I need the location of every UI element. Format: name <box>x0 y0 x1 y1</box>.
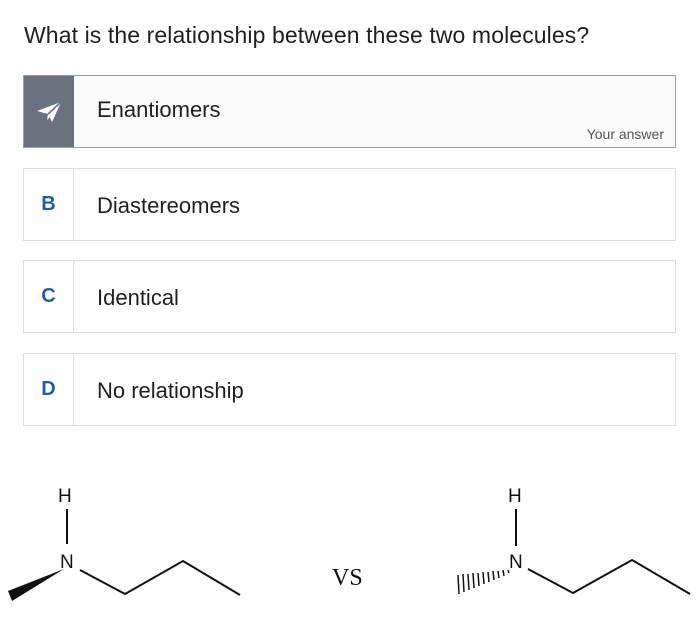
left-molecule-structure: H N <box>8 486 241 601</box>
answer-option-a[interactable]: Enantiomers Your answer <box>23 75 676 148</box>
option-label: Identical <box>97 284 179 310</box>
answer-option-d[interactable]: D No relationship <box>23 353 676 426</box>
hydrogen-atom-label: H <box>508 486 522 507</box>
versus-label: VS <box>332 565 363 591</box>
carbon-chain <box>527 558 691 595</box>
answer-option-b[interactable]: B Diastereomers <box>23 168 676 241</box>
answer-option-c[interactable]: C Identical <box>23 260 676 333</box>
option-letter: C <box>24 261 74 332</box>
option-label: Diastereomers <box>97 192 241 218</box>
question-text: What is the relationship between these t… <box>24 22 590 48</box>
your-answer-note: Your answer <box>586 126 664 142</box>
paper-plane-icon <box>37 100 62 122</box>
option-letter: B <box>24 169 74 240</box>
selected-answer-badge <box>24 76 74 147</box>
carbon-chain <box>79 559 241 596</box>
option-label: No relationship <box>97 377 244 403</box>
right-molecule-structure: H N <box>457 486 691 595</box>
nitrogen-atom-label: N <box>509 552 523 573</box>
wedge-bond <box>8 569 64 601</box>
hashed-bond <box>457 569 510 595</box>
hydrogen-atom-label: H <box>58 486 72 507</box>
option-letter: D <box>24 354 74 425</box>
option-label: Enantiomers <box>97 96 221 122</box>
